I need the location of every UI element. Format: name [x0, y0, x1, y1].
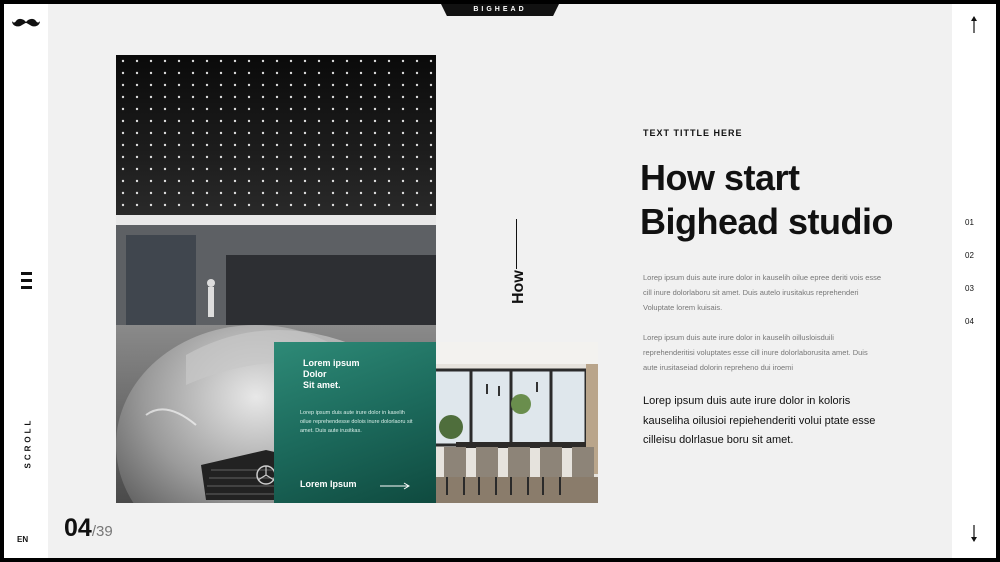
- slide-nav-item[interactable]: 01: [965, 218, 974, 251]
- current-page: 04: [64, 514, 92, 542]
- total-pages: /39: [91, 523, 113, 540]
- left-sidebar: SCROLL EN: [4, 4, 48, 558]
- hamburger-icon[interactable]: [21, 272, 32, 289]
- language-switch[interactable]: EN: [17, 535, 28, 544]
- slide-page: SCROLL EN BIGHEAD Lorem ipsum Dolor Sit …: [4, 4, 996, 558]
- slide-nav: 01 02 03 04: [965, 218, 974, 350]
- card-title-line: Lorem ipsum: [303, 358, 360, 368]
- mustache-icon[interactable]: [12, 16, 40, 30]
- scroll-label: SCROLL: [23, 417, 33, 469]
- arrow-up-icon[interactable]: [968, 14, 980, 34]
- title-line: Bighead studio: [640, 201, 894, 242]
- body-paragraph: Lorep ipsum duis aute irure dolor in kau…: [643, 333, 868, 372]
- body-paragraph: Lorep ipsum duis aute irure dolor in kau…: [643, 273, 882, 312]
- dining-room-photo: [436, 342, 598, 503]
- card-title-line: Sit amet.: [303, 380, 341, 390]
- vertical-divider: [516, 219, 517, 269]
- card-title: Lorem ipsum Dolor Sit amet.: [303, 358, 360, 391]
- title-line: How start: [640, 157, 800, 198]
- arrow-right-icon[interactable]: [380, 482, 410, 490]
- slide-nav-item[interactable]: 04: [965, 317, 974, 350]
- screen-frame: SCROLL EN BIGHEAD Lorem ipsum Dolor Sit …: [0, 0, 1000, 562]
- card-title-line: Dolor: [303, 369, 327, 379]
- brand-tab: BIGHEAD: [441, 4, 559, 16]
- vertical-label: How: [510, 270, 527, 304]
- card-description: Lorep ipsum duis aute irure dolor in kas…: [300, 410, 413, 434]
- page-title: How start Bighead studio: [640, 156, 894, 244]
- card-link[interactable]: Lorem Ipsum: [300, 479, 357, 489]
- feature-card: Lorem ipsum Dolor Sit amet. Lorep ipsum …: [274, 342, 436, 503]
- slide-nav-item[interactable]: 02: [965, 251, 974, 284]
- page-counter: 04/39: [64, 514, 113, 543]
- right-sidebar: 01 02 03 04: [952, 4, 996, 558]
- section-subtitle: TEXT TITTLE HERE: [643, 128, 743, 138]
- slide-nav-item[interactable]: 03: [965, 284, 974, 317]
- arrow-down-icon[interactable]: [968, 524, 980, 544]
- highlight-paragraph: Lorep ipsum duis aute irure dolor in kol…: [643, 395, 876, 446]
